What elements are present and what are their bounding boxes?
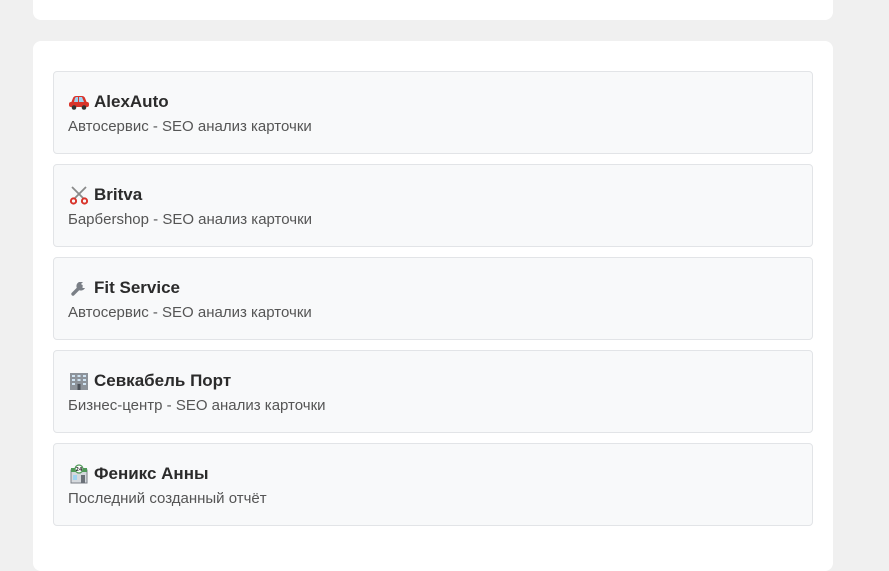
scissors-icon: [68, 185, 90, 205]
wrench-icon: [68, 278, 90, 298]
report-title-row: Britva: [68, 184, 798, 206]
reports-card: AlexAuto Автосервис - SEO анализ карточк…: [33, 41, 833, 571]
office-building-icon: [68, 371, 90, 391]
svg-text:24: 24: [76, 467, 83, 473]
report-list: AlexAuto Автосервис - SEO анализ карточк…: [53, 71, 813, 536]
report-title: AlexAuto: [94, 92, 169, 111]
report-item-britva[interactable]: Britva Барбershop - SEO анализ карточки: [53, 164, 813, 247]
previous-section-card: [33, 0, 833, 20]
convenience-store-icon: 24: [68, 464, 90, 484]
report-subtitle: Последний созданный отчёт: [68, 490, 267, 507]
report-item-alexauto[interactable]: AlexAuto Автосервис - SEO анализ карточк…: [53, 71, 813, 154]
car-icon: [68, 92, 90, 112]
report-title-row: Севкабель Порт: [68, 370, 798, 392]
report-title-row: 24 Феникс Анны: [68, 463, 798, 485]
report-title-row: Fit Service: [68, 277, 798, 299]
report-subtitle: Автосервис - SEO анализ карточки: [68, 118, 312, 135]
report-subtitle: Автосервис - SEO анализ карточки: [68, 304, 312, 321]
report-item-feniks-anny[interactable]: 24 Феникс Анны Последний созданный отчёт: [53, 443, 813, 526]
report-item-sevkabel-port[interactable]: Севкабель Порт Бизнес-центр - SEO анализ…: [53, 350, 813, 433]
report-item-fit-service[interactable]: Fit Service Автосервис - SEO анализ карт…: [53, 257, 813, 340]
report-title-row: AlexAuto: [68, 91, 798, 113]
report-title: Севкабель Порт: [94, 371, 232, 390]
report-title: Феникс Анны: [94, 464, 209, 483]
report-subtitle: Бизнес-центр - SEO анализ карточки: [68, 397, 326, 414]
report-title: Britva: [94, 185, 143, 204]
report-title: Fit Service: [94, 278, 180, 297]
report-subtitle: Барбershop - SEO анализ карточки: [68, 211, 313, 228]
